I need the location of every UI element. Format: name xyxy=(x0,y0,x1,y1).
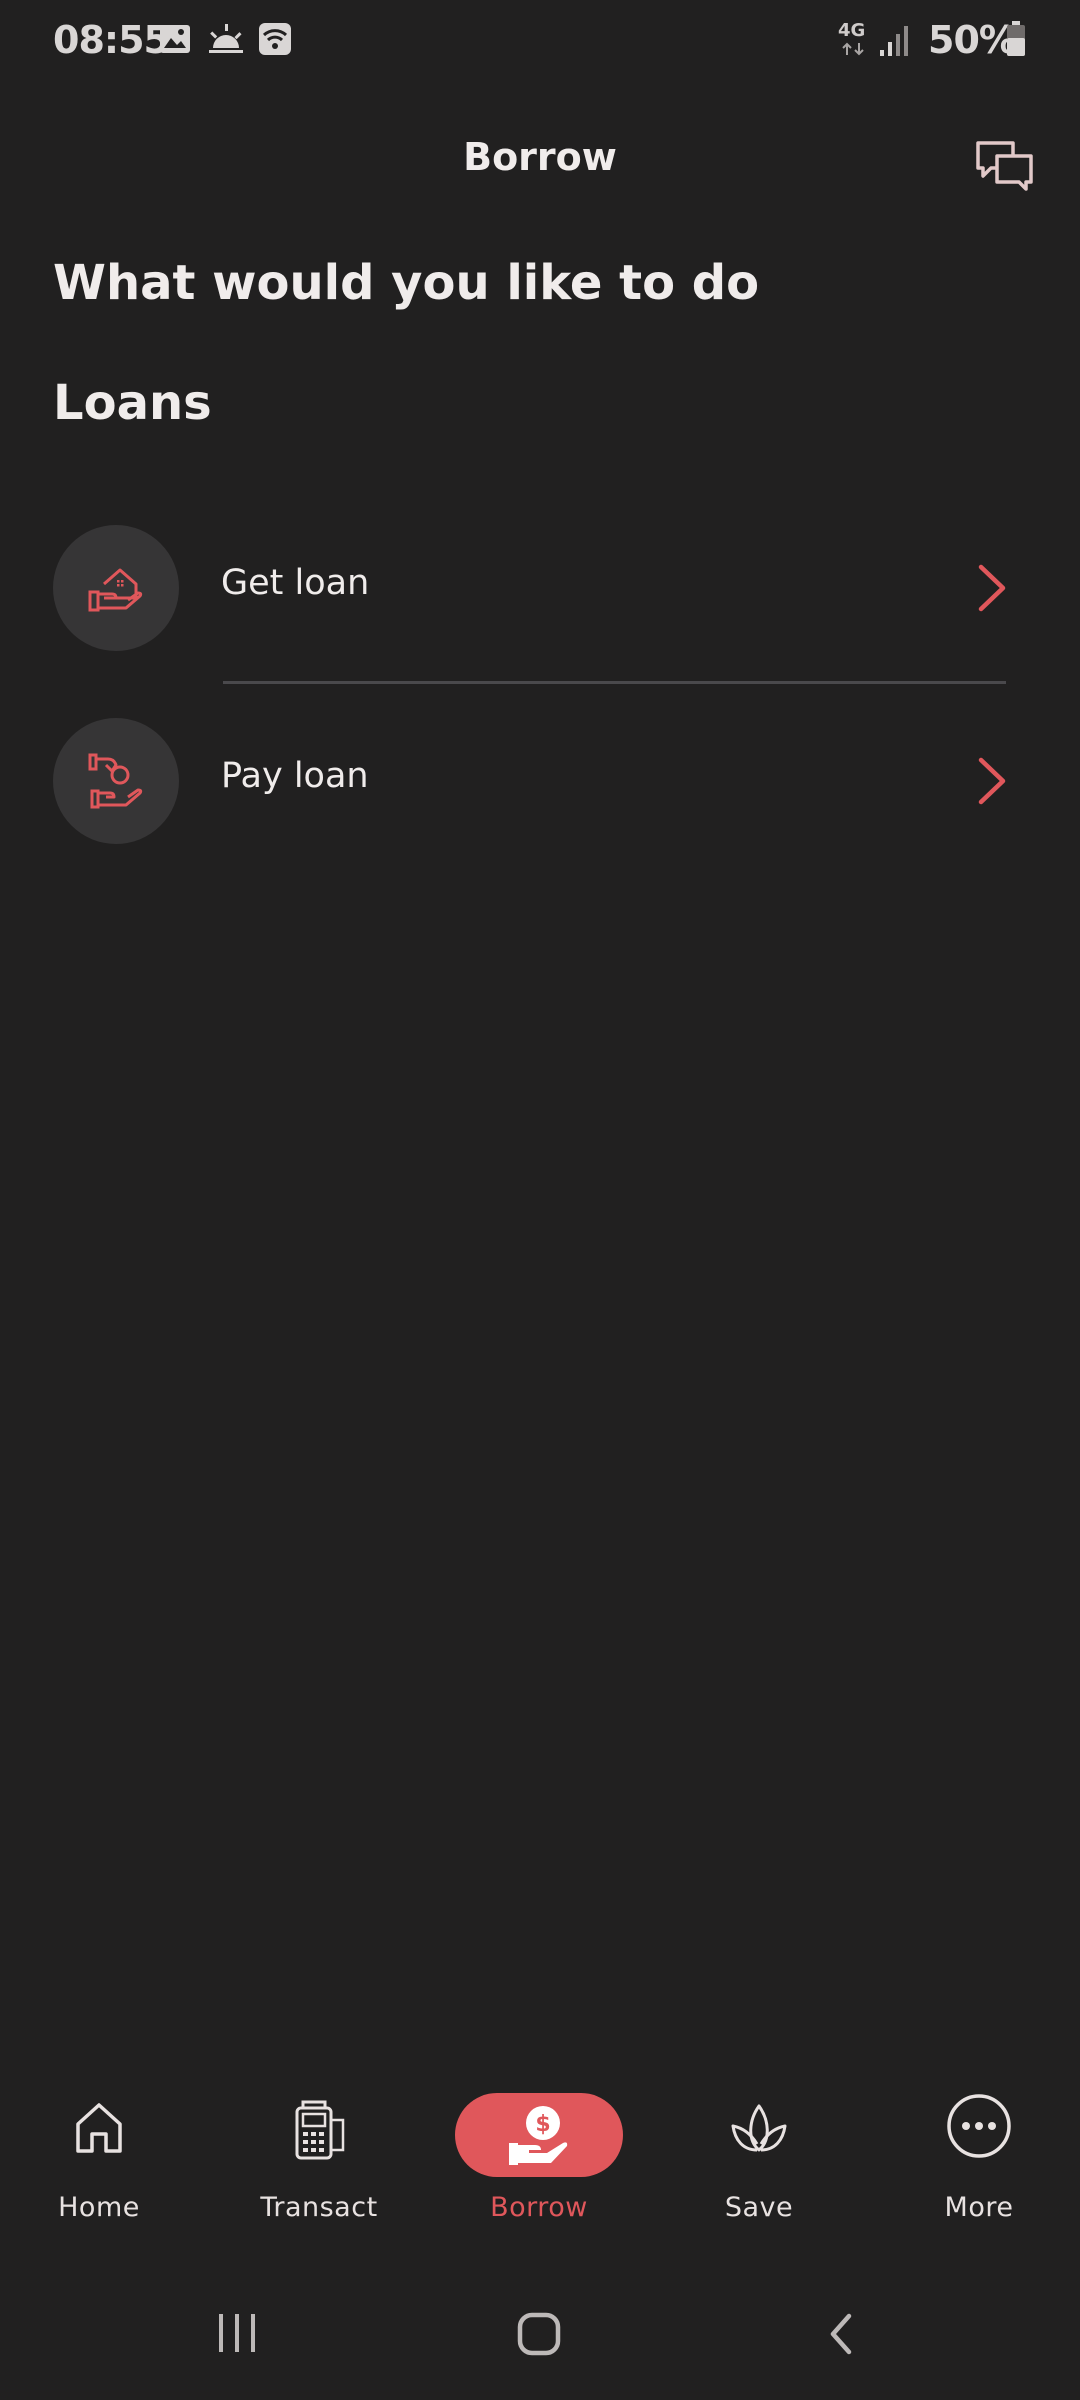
home-icon xyxy=(76,2103,122,2153)
dollar-hand-icon: $ xyxy=(509,2106,568,2165)
bottom-nav: Home Transact $ Borrow Save More xyxy=(0,2075,1080,2245)
section-title-loans: Loans xyxy=(53,375,212,431)
get-loan-item[interactable]: Get loan xyxy=(0,525,1080,675)
back-icon[interactable] xyxy=(823,2310,859,2358)
nav-save[interactable]: Save xyxy=(659,2075,859,2235)
coin-hand-to-hand-icon xyxy=(88,753,143,809)
signal-icon xyxy=(880,26,908,56)
pos-terminal-icon xyxy=(295,2100,345,2160)
pay-loan-label: Pay loan xyxy=(221,756,369,796)
list-divider xyxy=(223,681,1006,684)
weather-icon xyxy=(209,24,243,53)
nav-more-label: More xyxy=(944,2192,1014,2223)
chevron-right-icon xyxy=(978,564,1006,612)
status-time: 08:55 xyxy=(53,18,170,62)
battery-icon xyxy=(1007,21,1025,56)
nav-borrow[interactable]: $ Borrow xyxy=(439,2075,639,2235)
gallery-icon xyxy=(160,25,190,53)
borrow-screen: 08:55 4G 50% Borrow What would you like … xyxy=(0,0,1080,2400)
nav-borrow-label: Borrow xyxy=(490,2192,588,2223)
chat-button[interactable] xyxy=(975,138,1035,198)
data-arrows-icon xyxy=(842,42,864,56)
recent-apps-icon[interactable] xyxy=(215,2310,259,2356)
leaf-icon xyxy=(731,2104,787,2152)
status-bar: 08:55 4G 50% xyxy=(0,0,1080,80)
nav-save-label: Save xyxy=(724,2192,794,2223)
battery-percent: 50% xyxy=(928,18,1017,62)
home-button-icon[interactable] xyxy=(515,2310,563,2358)
chat-icon xyxy=(976,141,1033,191)
network-type: 4G xyxy=(838,20,866,41)
nav-transact-label: Transact xyxy=(260,2192,378,2223)
header-title: Borrow xyxy=(463,135,617,179)
get-loan-icon-circle xyxy=(53,525,179,651)
system-nav-bar xyxy=(0,2290,1080,2400)
pay-loan-icon-circle xyxy=(53,718,179,844)
nav-more[interactable]: More xyxy=(879,2075,1079,2235)
house-in-hand-icon xyxy=(88,568,143,612)
get-loan-label: Get loan xyxy=(221,563,370,603)
wifi-icon xyxy=(259,23,291,55)
nav-transact[interactable]: Transact xyxy=(219,2075,419,2235)
svg-text:$: $ xyxy=(535,2112,550,2137)
nav-home[interactable]: Home xyxy=(0,2075,199,2235)
more-dots-icon xyxy=(947,2094,1011,2158)
chevron-right-icon xyxy=(978,757,1006,805)
page-title: What would you like to do xyxy=(53,255,760,311)
pay-loan-item[interactable]: Pay loan xyxy=(0,718,1080,868)
nav-home-label: Home xyxy=(58,2192,140,2223)
